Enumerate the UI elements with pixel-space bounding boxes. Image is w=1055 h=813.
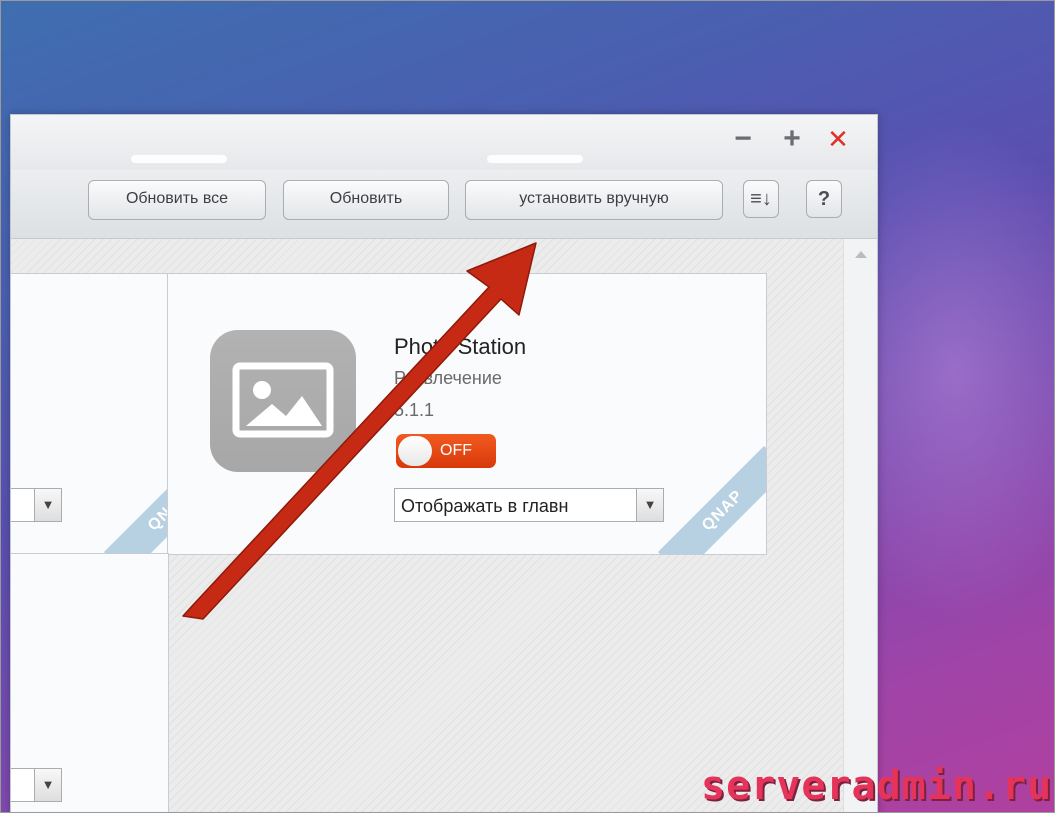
desktop-background: − + ✕ Обновить все Обновить установить в…: [0, 0, 1055, 813]
watermark-text: serveradmin.ru: [701, 763, 1053, 809]
annotation-arrow-shape: [182, 242, 537, 620]
annotation-arrow: [182, 242, 537, 620]
